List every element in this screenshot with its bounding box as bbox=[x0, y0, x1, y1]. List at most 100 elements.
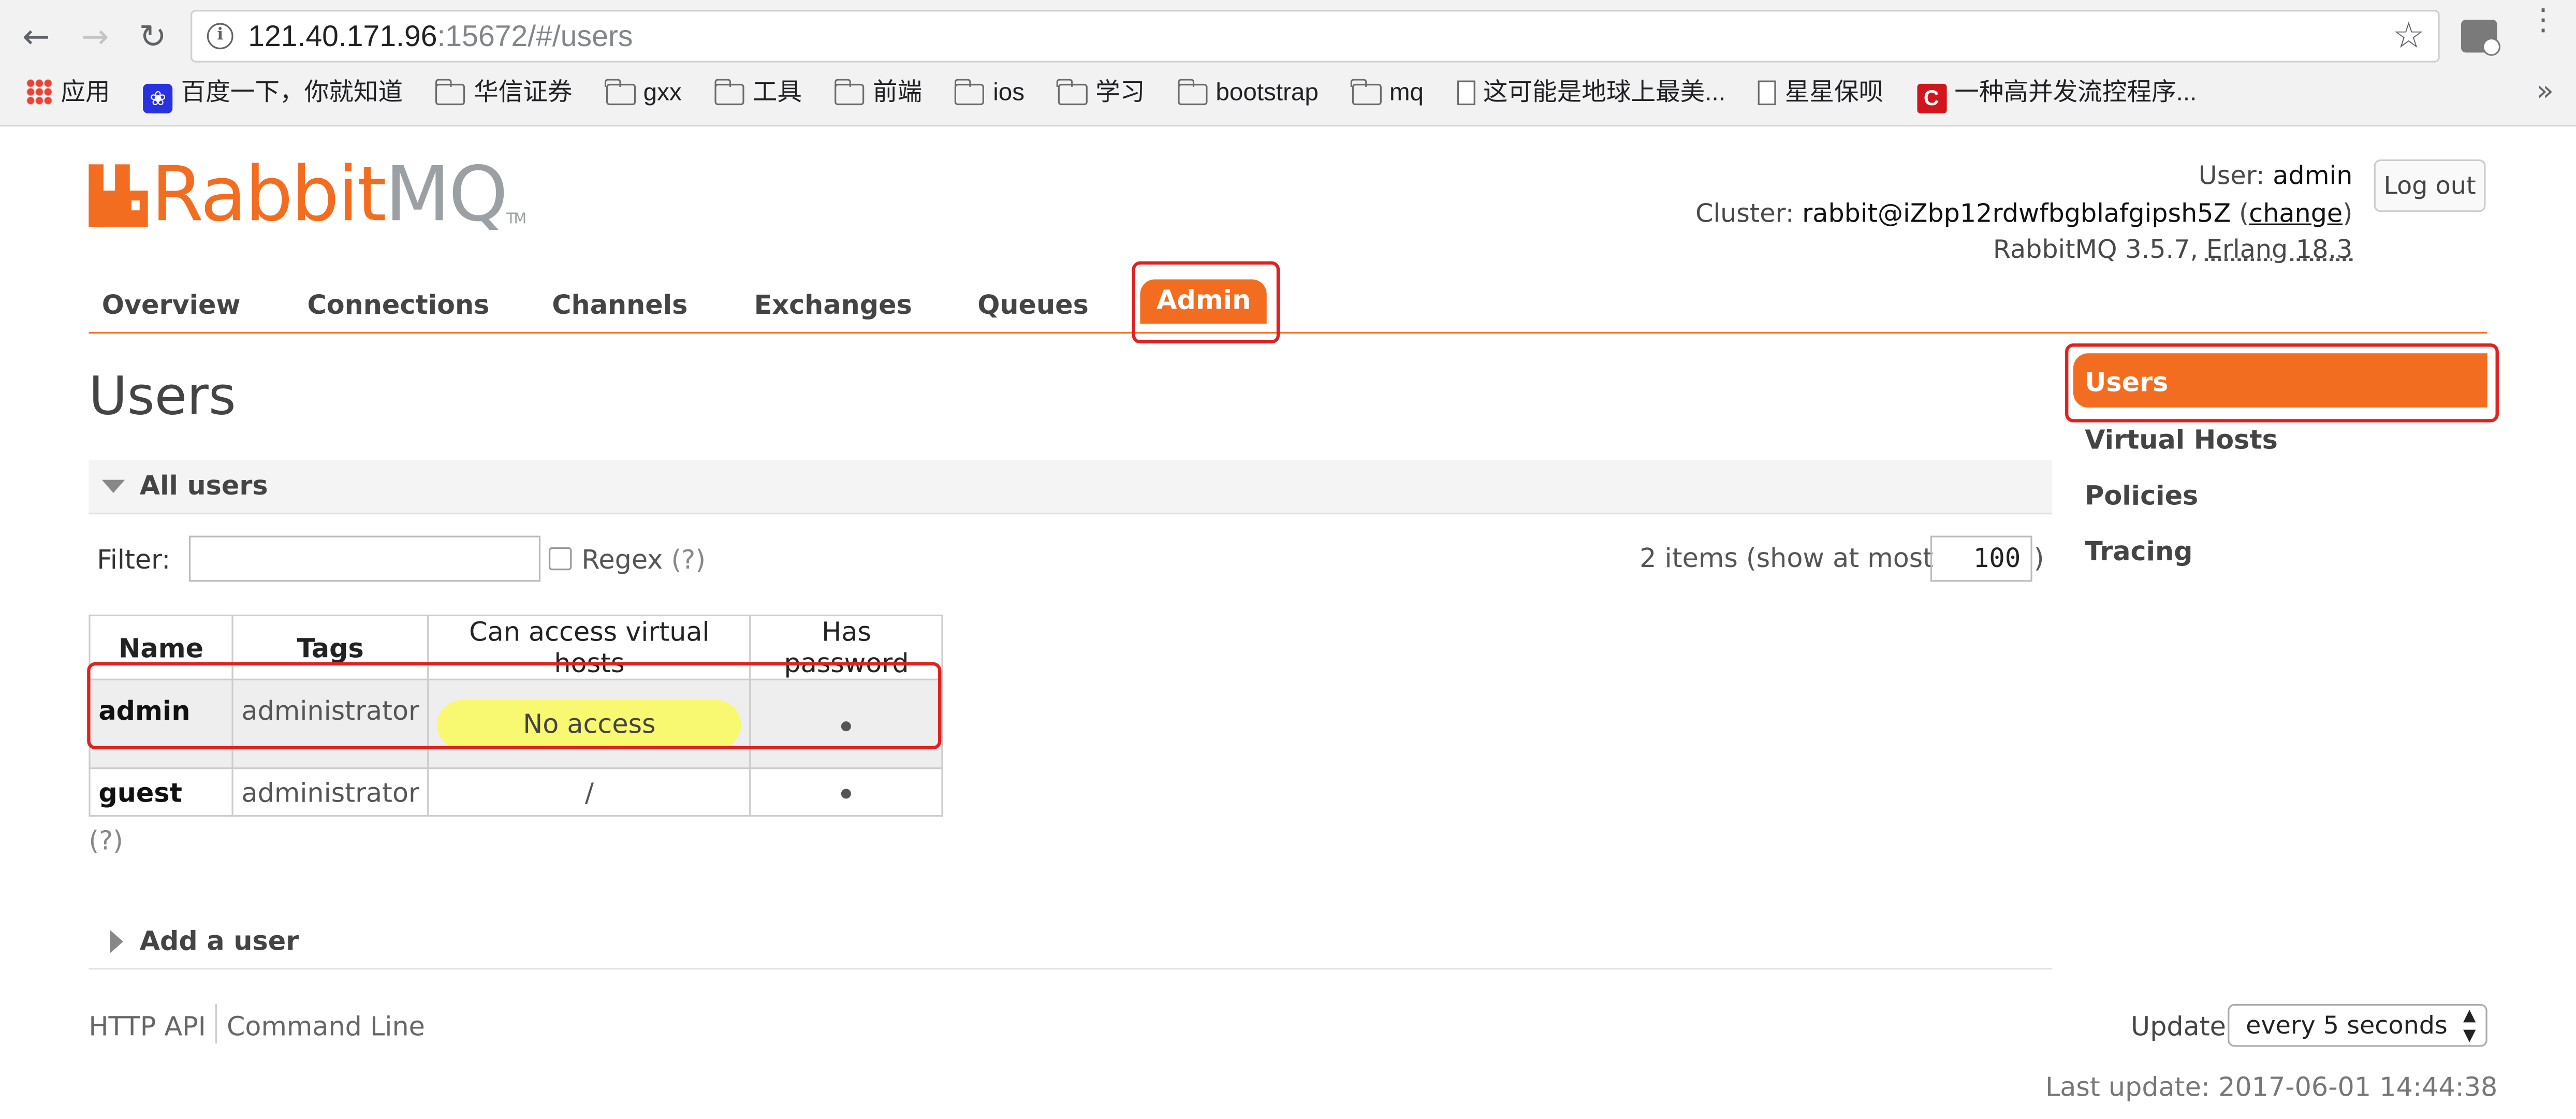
highlight-box-users-sidebar bbox=[2065, 343, 2499, 423]
cluster-value: rabbit@iZbp12rdwfbgblafgipsh5Z bbox=[1802, 198, 2231, 228]
bookmarks-overflow-icon[interactable]: » bbox=[2537, 76, 2554, 108]
bookmark-label: ios bbox=[993, 79, 1025, 107]
has-password-dot-icon bbox=[841, 789, 852, 799]
all-users-label: All users bbox=[139, 470, 268, 501]
bookmark-item[interactable]: 华信证券 bbox=[435, 72, 573, 115]
back-arrow-icon[interactable]: ← bbox=[17, 17, 56, 56]
bookmark-item[interactable]: bootstrap bbox=[1177, 72, 1319, 115]
bookmark-item[interactable]: mq bbox=[1351, 72, 1424, 115]
tab-queues[interactable]: Queues bbox=[977, 289, 1089, 321]
folder-icon bbox=[1177, 79, 1208, 106]
bookmark-item[interactable]: 前端 bbox=[834, 72, 923, 115]
bookmark-item[interactable]: 星星保呗 bbox=[1758, 72, 1884, 115]
bookmark-label: 学习 bbox=[1095, 79, 1145, 107]
cluster-label: Cluster: bbox=[1695, 198, 1794, 228]
url-path: :15672/#/users bbox=[437, 20, 633, 53]
table-row[interactable]: guest administrator / bbox=[89, 767, 944, 817]
bookmark-item[interactable]: ios bbox=[954, 72, 1025, 115]
bookmark-label: 百度一下，你就知道 bbox=[181, 79, 403, 107]
apps-icon bbox=[26, 79, 53, 106]
logo-text-rabbit: Rabbit bbox=[151, 149, 387, 239]
bookmarks-bar: 应用 ❀ 百度一下，你就知道 华信证券 gxx 工具 前端 ios 学习 boot… bbox=[26, 72, 2223, 115]
rabbitmq-logo-mark-icon bbox=[89, 164, 148, 227]
logout-button[interactable]: Log out bbox=[2374, 159, 2486, 212]
tab-overview[interactable]: Overview bbox=[102, 289, 241, 321]
folder-icon bbox=[714, 79, 744, 106]
main-nav: Overview Connections Channels Exchanges … bbox=[89, 263, 2487, 334]
table-help-link[interactable]: (?) bbox=[89, 825, 123, 856]
filter-label: Filter: bbox=[97, 544, 171, 575]
tab-exchanges[interactable]: Exchanges bbox=[754, 289, 912, 321]
baidu-paw-icon: ❀ bbox=[143, 83, 173, 113]
info-icon[interactable]: i bbox=[207, 23, 233, 50]
sidebar-item-virtual-hosts[interactable]: Virtual Hosts bbox=[2085, 424, 2278, 455]
add-user-section-header[interactable]: Add a user bbox=[89, 915, 2052, 970]
bookmark-label: 应用 bbox=[61, 79, 110, 107]
last-update-text: Last update: 2017-06-01 14:44:38 bbox=[2045, 1071, 2498, 1103]
bookmark-label: 工具 bbox=[752, 79, 802, 107]
user-value: admin bbox=[2273, 161, 2353, 191]
sidebar-item-policies[interactable]: Policies bbox=[2085, 480, 2198, 511]
bookmark-label: 华信证券 bbox=[474, 79, 573, 107]
regex-checkbox[interactable] bbox=[548, 547, 572, 571]
logo-text-mq: MQ bbox=[385, 149, 508, 239]
update-label: Update bbox=[2131, 1010, 2226, 1042]
bookmark-item[interactable]: 学习 bbox=[1057, 72, 1145, 115]
highlight-box-admin-tab bbox=[1132, 261, 1280, 344]
all-users-section-header[interactable]: All users bbox=[89, 460, 2052, 515]
bookmark-item[interactable]: gxx bbox=[605, 72, 682, 115]
user-name-cell[interactable]: guest bbox=[89, 767, 233, 817]
bookmark-label: 前端 bbox=[872, 79, 923, 107]
items-max-input[interactable]: 100 bbox=[1930, 535, 2032, 582]
reload-icon[interactable]: ↻ bbox=[133, 17, 172, 56]
user-vhosts-cell: / bbox=[427, 767, 751, 817]
user-info: User: admin Cluster: rabbit@iZbp12rdwfbg… bbox=[1695, 161, 2353, 265]
page-title: Users bbox=[89, 365, 236, 428]
collapse-arrow-icon bbox=[101, 479, 125, 493]
url-text[interactable]: 121.40.171.96:15672/#/users bbox=[248, 20, 633, 54]
browser-menu-icon[interactable]: ⋮ bbox=[2528, 6, 2558, 35]
folder-icon bbox=[605, 79, 635, 106]
regex-help-link[interactable]: (?) bbox=[671, 544, 706, 575]
bookmark-label: 星星保呗 bbox=[1784, 79, 1884, 107]
url-host: 121.40.171.96 bbox=[248, 20, 437, 53]
change-cluster-link[interactable]: change bbox=[2249, 198, 2343, 227]
user-password-cell bbox=[749, 767, 944, 817]
bookmark-label: mq bbox=[1389, 79, 1424, 107]
http-api-link[interactable]: HTTP API bbox=[89, 1011, 206, 1042]
bookmark-label: 这可能是地球上最美... bbox=[1483, 79, 1725, 107]
select-arrows-icon: ▲ ▼ bbox=[2463, 1007, 2476, 1045]
regex-label: Regex bbox=[581, 544, 663, 575]
folder-icon bbox=[435, 79, 466, 106]
bookmark-label: gxx bbox=[643, 79, 682, 107]
user-tags-cell: administrator bbox=[231, 767, 429, 817]
bookmark-item[interactable]: 应用 bbox=[26, 72, 110, 115]
items-count-text: 2 items (show at most bbox=[1640, 542, 1934, 574]
erlang-version: Erlang 18.3 bbox=[2206, 235, 2353, 265]
bookmark-item[interactable]: C 一种高并发流控程序... bbox=[1916, 72, 2197, 115]
bookmark-item[interactable]: ❀ 百度一下，你就知道 bbox=[143, 72, 403, 115]
filter-input[interactable] bbox=[188, 535, 541, 582]
user-name-link[interactable]: guest bbox=[98, 776, 182, 807]
user-label: User: bbox=[2198, 161, 2265, 191]
sidebar-item-tracing[interactable]: Tracing bbox=[2085, 536, 2192, 567]
bookmark-label: 一种高并发流控程序... bbox=[1954, 79, 2197, 107]
command-line-link[interactable]: Command Line bbox=[227, 1011, 425, 1042]
bookmark-item[interactable]: 这可能是地球上最美... bbox=[1457, 72, 1725, 115]
version-text: RabbitMQ 3.5.7, bbox=[1993, 235, 2199, 265]
csdn-icon: C bbox=[1916, 83, 1946, 113]
extension-icon[interactable] bbox=[2461, 20, 2501, 56]
expand-arrow-icon bbox=[110, 930, 124, 953]
folder-icon bbox=[834, 79, 865, 106]
bookmark-star-icon[interactable]: ☆ bbox=[2392, 17, 2425, 57]
update-interval-select[interactable]: every 5 seconds ▲ ▼ bbox=[2228, 1004, 2487, 1047]
highlight-box-admin-row bbox=[87, 662, 942, 750]
bookmark-item[interactable]: 工具 bbox=[714, 72, 802, 115]
folder-icon bbox=[1057, 79, 1088, 106]
folder-icon bbox=[1351, 79, 1382, 106]
tab-channels[interactable]: Channels bbox=[552, 289, 687, 321]
address-bar[interactable]: i 121.40.171.96:15672/#/users ☆ bbox=[191, 10, 2440, 63]
forward-arrow-icon[interactable]: → bbox=[76, 17, 115, 56]
page-icon bbox=[1758, 80, 1777, 106]
tab-connections[interactable]: Connections bbox=[307, 289, 489, 321]
